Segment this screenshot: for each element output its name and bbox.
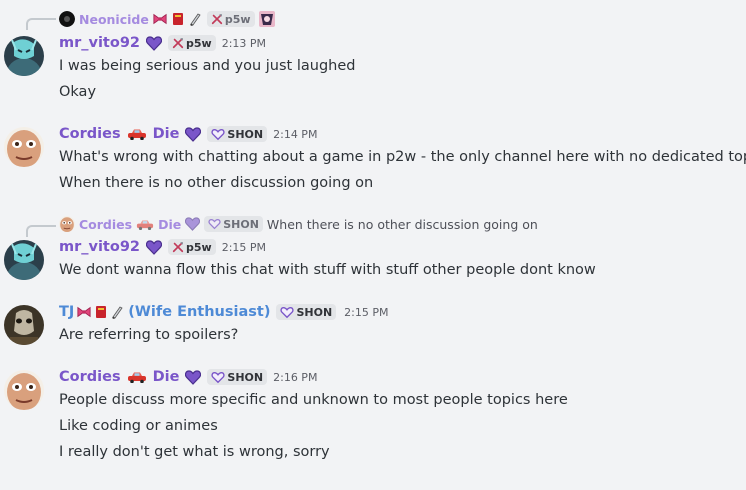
avatar[interactable] — [4, 36, 44, 76]
car-icon — [136, 219, 154, 230]
username[interactable]: mr_vito92 — [59, 35, 140, 51]
heart-outline-icon — [211, 371, 225, 384]
timestamp[interactable]: 2:14 PM — [273, 128, 317, 141]
avatar[interactable] — [4, 305, 44, 345]
role-tag-label: p5w — [186, 36, 212, 50]
reply-connector — [26, 225, 56, 237]
swords-icon — [211, 13, 223, 25]
knife-icon — [111, 305, 125, 319]
book-icon — [94, 305, 108, 319]
purple-heart-icon — [185, 217, 200, 231]
message-header: Cordies Die SHON 2:16 PM — [59, 369, 317, 385]
username[interactable]: Cordies — [59, 369, 121, 385]
book-icon — [171, 12, 185, 26]
reply-preview[interactable]: Neonicide p5w — [59, 11, 275, 27]
username-suffix[interactable]: (Wife Enthusiast) — [128, 304, 270, 320]
purple-heart-icon — [146, 240, 162, 255]
message-line: I really don't get what is wrong, sorry — [59, 444, 330, 460]
swords-icon — [172, 241, 184, 253]
reply-tag-label: p5w — [224, 12, 251, 26]
username[interactable]: TJ — [59, 304, 74, 320]
message-line: Like coding or animes — [59, 418, 218, 434]
heart-outline-icon — [280, 306, 294, 319]
reply-tag[interactable]: SHON — [204, 216, 263, 232]
swords-icon — [172, 37, 184, 49]
role-tag[interactable]: p5w — [168, 35, 216, 51]
role-tag-label: SHON — [227, 370, 264, 384]
purple-heart-icon — [146, 36, 162, 51]
reply-author[interactable]: Neonicide — [79, 12, 149, 27]
message-header: mr_vito92 p5w 2:15 PM — [59, 239, 266, 255]
heart-outline-icon — [211, 128, 225, 141]
reply-preview-text[interactable]: When there is no other discussion going … — [267, 217, 538, 232]
purple-heart-icon — [185, 370, 201, 385]
heart-outline-icon — [208, 218, 221, 230]
username-text: Cordies — [59, 126, 121, 142]
role-tag[interactable]: SHON — [207, 126, 268, 142]
cordies-mini-avatar[interactable] — [59, 216, 75, 232]
message-line: What's wrong with chatting about a game … — [59, 149, 746, 165]
role-tag[interactable]: SHON — [276, 304, 337, 320]
reply-connector — [26, 18, 56, 30]
message-line: Are referring to spoilers? — [59, 327, 239, 343]
timestamp[interactable]: 2:15 PM — [344, 306, 388, 319]
username[interactable]: Cordies — [59, 126, 121, 142]
car-icon — [127, 128, 147, 140]
avatar[interactable] — [4, 127, 44, 167]
avatar[interactable] — [4, 240, 44, 280]
timestamp[interactable]: 2:13 PM — [222, 37, 266, 50]
message-line: When there is no other discussion going … — [59, 175, 374, 191]
message-header: TJ (Wife Enthusiast) SHON 2:15 PM — [59, 304, 388, 320]
neonicide-avatar[interactable] — [59, 11, 75, 27]
reply-image-icon[interactable] — [259, 11, 275, 27]
car-icon — [127, 371, 147, 383]
timestamp[interactable]: 2:16 PM — [273, 371, 317, 384]
message-line: I was being serious and you just laughed — [59, 58, 356, 74]
reply-author-suffix[interactable]: Die — [158, 217, 181, 232]
bow-icon — [77, 305, 91, 319]
bow-icon — [153, 12, 167, 26]
role-tag-label: SHON — [296, 305, 333, 319]
reply-tag[interactable]: p5w — [206, 11, 255, 27]
timestamp[interactable]: 2:15 PM — [222, 241, 266, 254]
message-line: People discuss more specific and unknown… — [59, 392, 568, 408]
purple-heart-icon — [185, 127, 201, 142]
reply-author[interactable]: Cordies — [79, 217, 132, 232]
username-suffix[interactable]: Die — [153, 369, 180, 385]
role-tag[interactable]: p5w — [168, 239, 216, 255]
message-header: Cordies Die SHON 2:14 PM — [59, 126, 317, 142]
message-line: We dont wanna flow this chat with stuff … — [59, 262, 596, 278]
reply-tag-label: SHON — [223, 217, 259, 231]
role-tag-label: SHON — [227, 127, 264, 141]
avatar[interactable] — [4, 370, 44, 410]
message-line: Okay — [59, 84, 97, 100]
username-suffix[interactable]: Die — [153, 126, 180, 142]
role-tag[interactable]: SHON — [207, 369, 268, 385]
message-header: mr_vito92 p5w 2:13 PM — [59, 35, 266, 51]
username[interactable]: mr_vito92 — [59, 239, 140, 255]
knife-icon — [189, 12, 203, 26]
reply-preview[interactable]: Cordies Die SHON When there is no other … — [59, 216, 538, 232]
role-tag-label: p5w — [186, 240, 212, 254]
